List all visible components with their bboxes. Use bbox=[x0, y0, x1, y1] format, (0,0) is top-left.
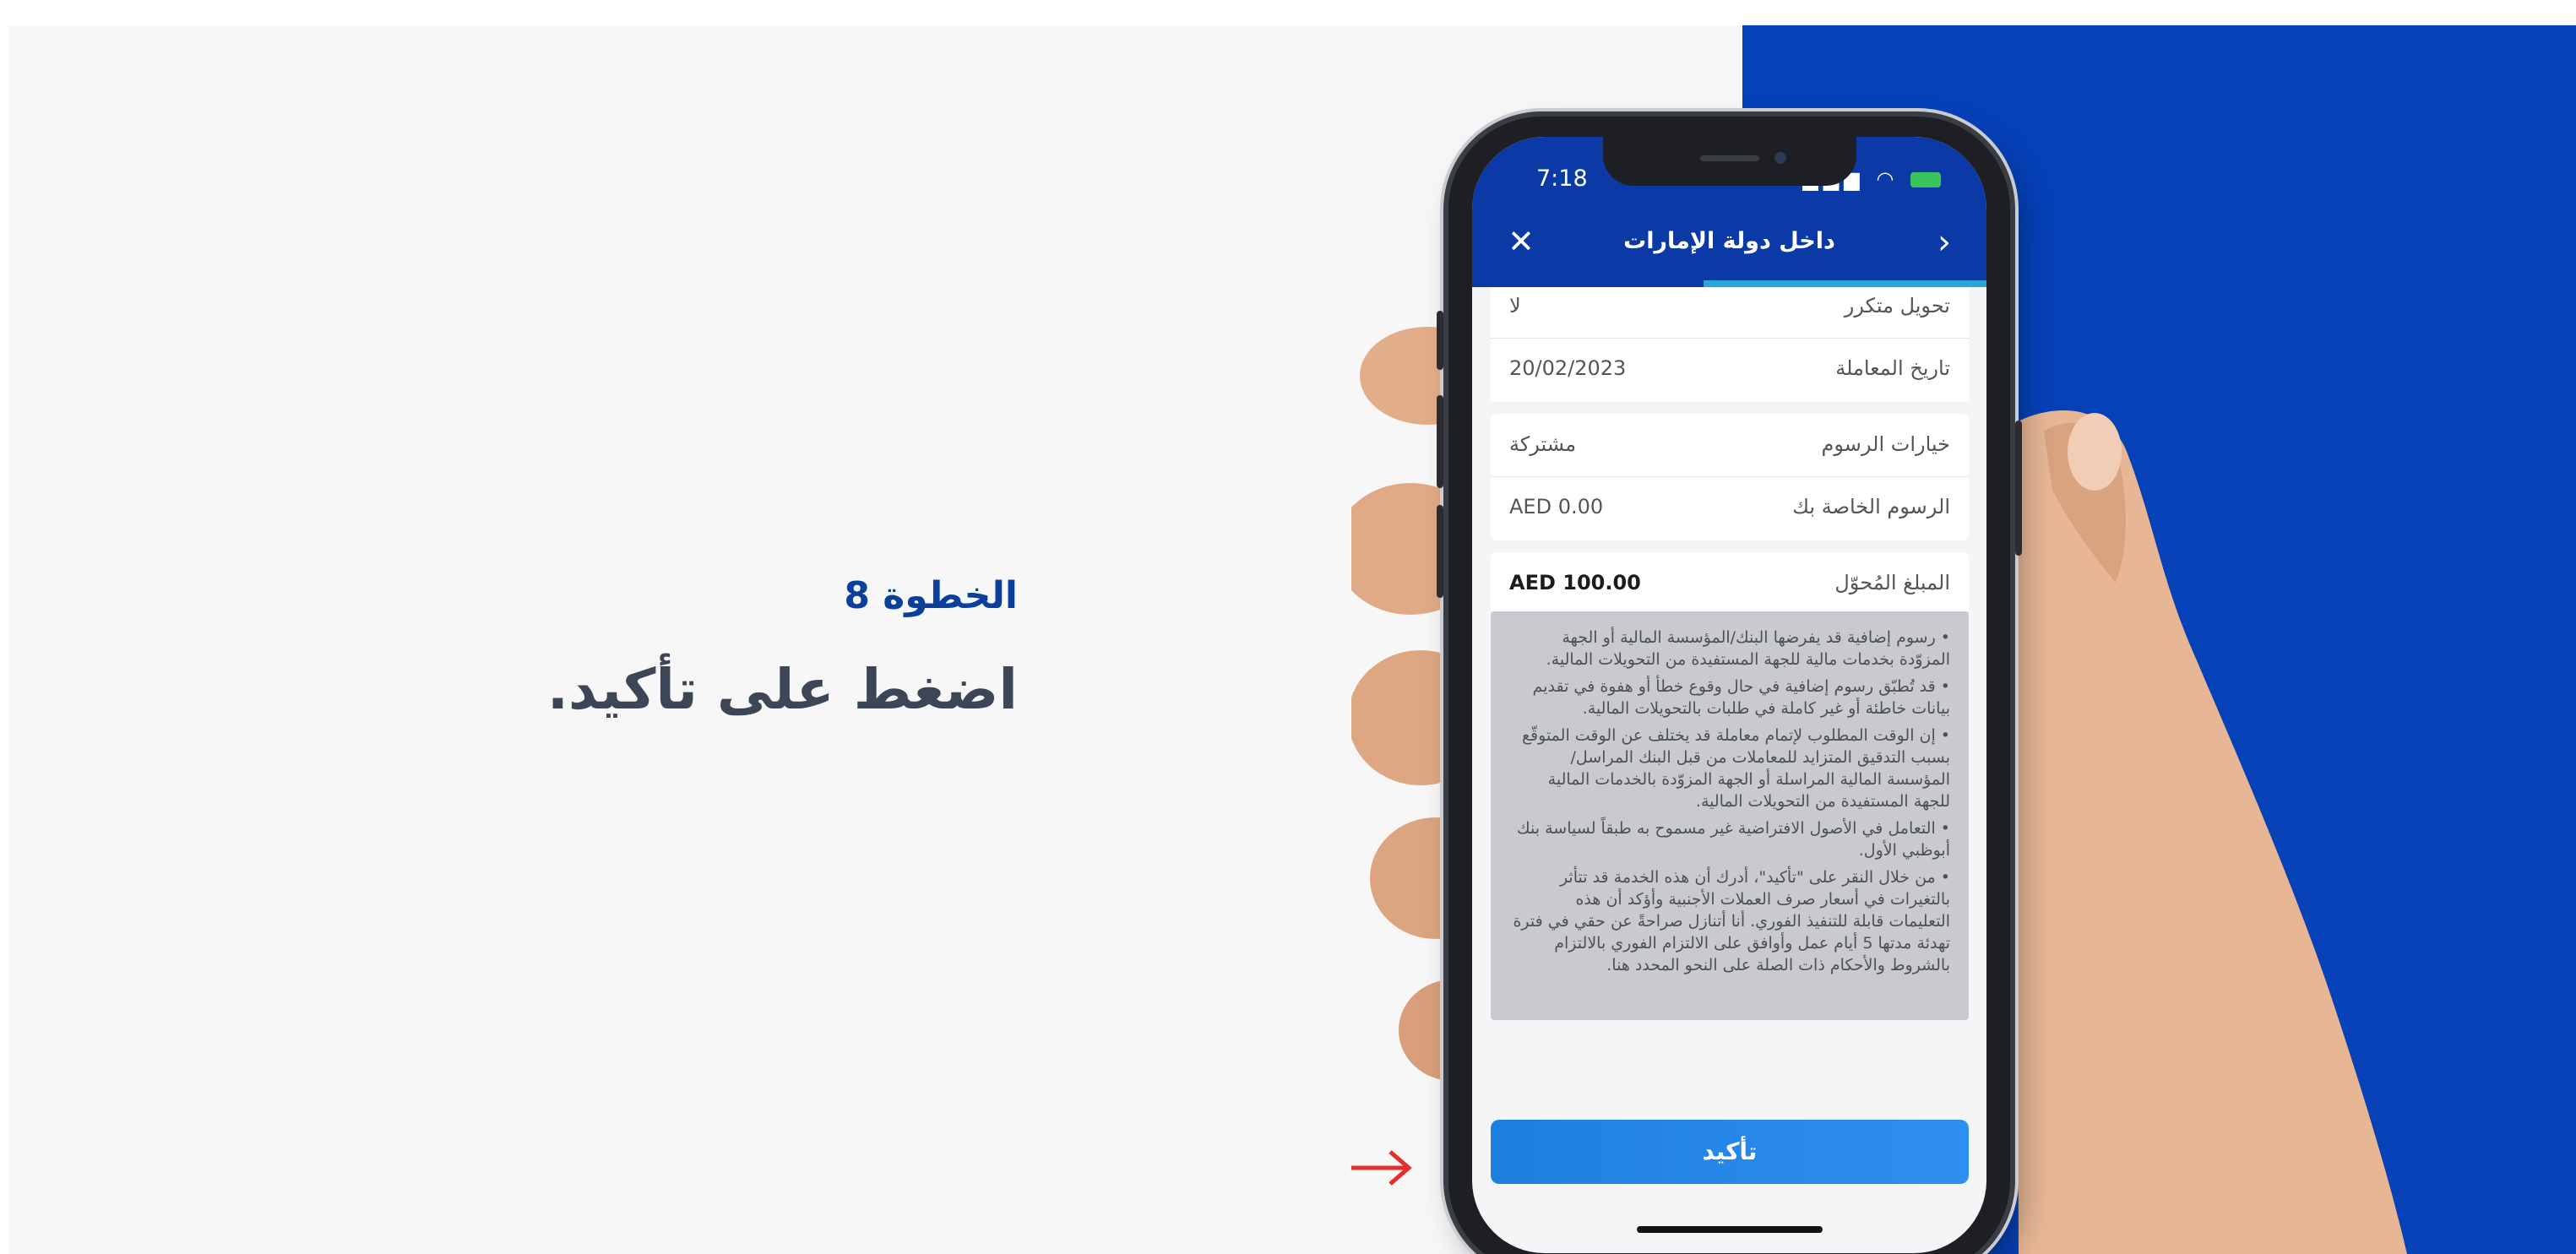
transfer-amount-value: AED 100.00 bbox=[1509, 571, 1641, 594]
schedule-card: تحويل متكرر لا تاريخ المعاملة 20/02/2023 bbox=[1491, 287, 1969, 402]
disclaimer-box: • رسوم إضافية قد يفرضها البنك/المؤسسة ال… bbox=[1491, 611, 1969, 1020]
chevron-right-icon[interactable]: › bbox=[1937, 223, 1951, 262]
phone-screen: 7:18 ▂▄▆ ◠ ✕ داخل دولة الإمارات › تحويل … bbox=[1472, 137, 1986, 1253]
fee-options-row: خيارات الرسوم مشتركة bbox=[1491, 414, 1969, 476]
transaction-date-row: تاريخ المعاملة 20/02/2023 bbox=[1491, 338, 1969, 400]
recurring-transfer-row: تحويل متكرر لا bbox=[1491, 275, 1969, 338]
disclaimer-item: • رسوم إضافية قد يفرضها البنك/المؤسسة ال… bbox=[1546, 628, 1950, 669]
wifi-icon: ◠ bbox=[1876, 167, 1899, 191]
your-fees-row: الرسوم الخاصة بك AED 0.00 bbox=[1491, 476, 1969, 539]
your-fees-value: AED 0.00 bbox=[1509, 495, 1604, 518]
transaction-date-label: تاريخ المعاملة bbox=[1835, 356, 1950, 380]
disclaimer-item: • التعامل في الأصول الافتراضية غير مسموح… bbox=[1517, 819, 1950, 860]
phone-mockup: 7:18 ▂▄▆ ◠ ✕ داخل دولة الإمارات › تحويل … bbox=[1437, 117, 2022, 1254]
speaker-grille bbox=[1700, 155, 1759, 161]
amount-card: المبلغ المُحوّل AED 100.00 bbox=[1491, 552, 1969, 615]
confirm-button[interactable]: تأكيد bbox=[1491, 1120, 1969, 1184]
recurring-transfer-value: لا bbox=[1509, 294, 1521, 318]
transfer-amount-row: المبلغ المُحوّل AED 100.00 bbox=[1491, 552, 1969, 615]
step-label: الخطوة 8 bbox=[844, 574, 1018, 617]
phone-power-button bbox=[2015, 421, 2022, 556]
your-fees-label: الرسوم الخاصة بك bbox=[1792, 495, 1950, 518]
home-indicator bbox=[1637, 1226, 1823, 1233]
fee-options-value: مشتركة bbox=[1509, 432, 1577, 456]
transfer-amount-label: المبلغ المُحوّل bbox=[1834, 571, 1950, 594]
fee-options-label: خيارات الرسوم bbox=[1821, 432, 1950, 456]
disclaimer-list: • رسوم إضافية قد يفرضها البنك/المؤسسة ال… bbox=[1491, 611, 1969, 976]
transaction-date-value: 20/02/2023 bbox=[1509, 356, 1627, 380]
disclaimer-item: • من خلال النقر على "تأكيد"، أدرك أن هذه… bbox=[1513, 868, 1950, 974]
battery-icon bbox=[1910, 172, 1941, 187]
phone-volume-down bbox=[1437, 505, 1443, 598]
phone-notch bbox=[1603, 137, 1856, 186]
status-time: 7:18 bbox=[1536, 166, 1588, 192]
step-instruction: اضغط على تأكيد. bbox=[546, 657, 1018, 722]
page-title: داخل دولة الإمارات bbox=[1623, 228, 1835, 254]
phone-volume-up bbox=[1437, 395, 1443, 488]
recurring-transfer-label: تحويل متكرر bbox=[1844, 294, 1950, 318]
disclaimer-item: • قد تُطبّق رسوم إضافية في حال وقوع خطأ … bbox=[1532, 677, 1950, 718]
fees-card: خيارات الرسوم مشتركة الرسوم الخاصة بك AE… bbox=[1491, 414, 1969, 540]
phone-silent-switch bbox=[1437, 311, 1443, 370]
disclaimer-item: • إن الوقت المطلوب لإتمام معاملة قد يختل… bbox=[1521, 726, 1950, 811]
front-camera bbox=[1774, 152, 1786, 164]
slide-canvas: الخطوة 8 اضغط على تأكيد. 7:18 ◠ ✕ داخل د… bbox=[8, 25, 2576, 1254]
